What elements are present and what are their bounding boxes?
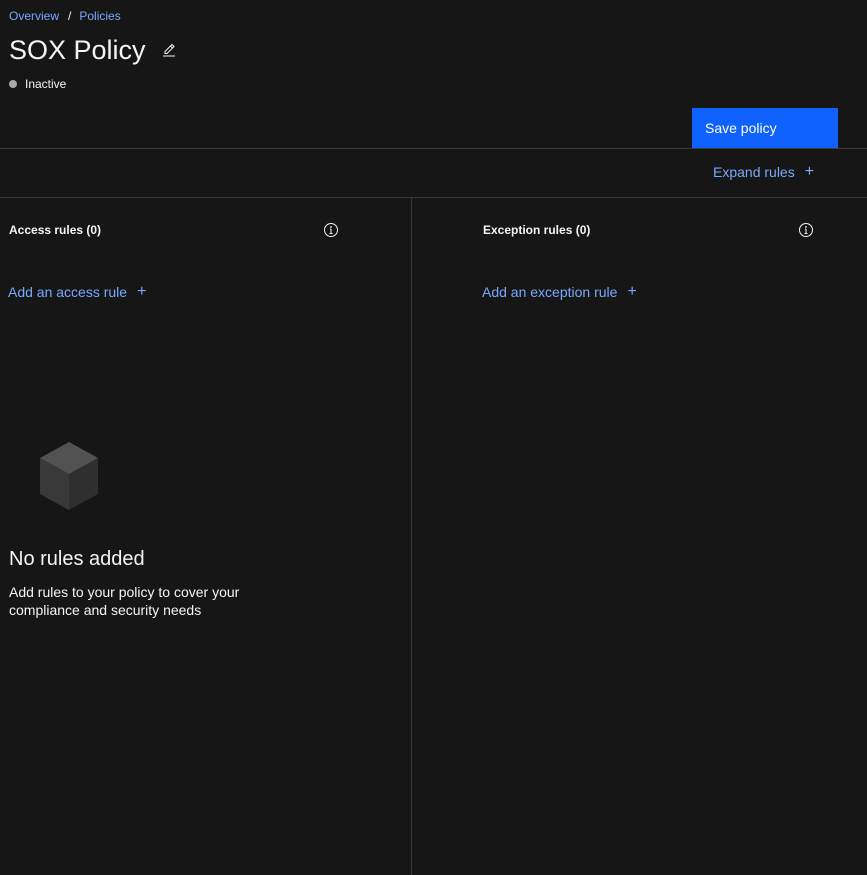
save-policy-button[interactable]: Save policy	[692, 108, 838, 148]
policy-page: Overview / Policies SOX Policy Inactive …	[0, 0, 867, 875]
info-icon[interactable]	[323, 222, 339, 238]
status-dot	[9, 80, 17, 88]
add-access-rule-label: Add an access rule	[8, 284, 128, 300]
access-rules-title: Access rules (0)	[9, 223, 102, 237]
empty-state-title: No rules added	[9, 548, 145, 570]
add-exception-rule-button[interactable]: Add an exception rule +	[482, 283, 637, 301]
breadcrumb-policies-link[interactable]: Policies	[79, 9, 120, 23]
status-label: Inactive	[25, 77, 67, 91]
breadcrumb-overview-link[interactable]: Overview	[9, 9, 59, 23]
plus-icon: +	[804, 163, 815, 180]
cube-icon	[40, 442, 98, 510]
toolbar-divider	[0, 148, 867, 149]
pencil-icon[interactable]	[161, 42, 177, 58]
empty-state-description: Add rules to your policy to cover your c…	[9, 584, 240, 618]
info-icon[interactable]	[798, 222, 814, 238]
add-access-rule-button[interactable]: Add an access rule +	[8, 283, 147, 301]
breadcrumb-separator: /	[68, 9, 72, 23]
column-divider	[411, 198, 412, 875]
status-badge: Inactive	[9, 77, 66, 91]
breadcrumb: Overview / Policies	[9, 9, 121, 23]
add-exception-rule-label: Add an exception rule	[482, 284, 618, 300]
rules-divider	[0, 197, 867, 198]
expand-rules-button[interactable]: Expand rules +	[713, 163, 815, 181]
page-title: SOX Policy	[9, 35, 146, 65]
expand-rules-label: Expand rules	[713, 164, 795, 180]
plus-icon: +	[627, 283, 637, 300]
title-row: SOX Policy	[9, 33, 177, 67]
exception-rules-title: Exception rules (0)	[483, 223, 591, 237]
plus-icon: +	[137, 283, 147, 300]
